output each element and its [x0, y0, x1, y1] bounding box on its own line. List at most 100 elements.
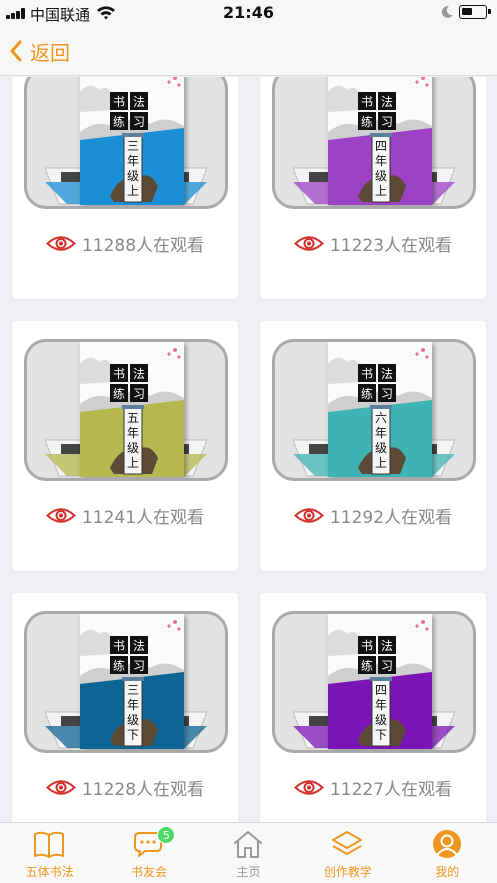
book-grade-char: 级 — [375, 169, 387, 183]
layers-icon — [332, 831, 363, 855]
book-grade-char: 年 — [127, 154, 139, 168]
book-cover: 书法练 习三年级下 — [80, 614, 184, 749]
moon-icon — [441, 5, 453, 18]
tab-label: 我的 — [435, 865, 460, 879]
view-count: 11228人在观看 — [12, 775, 238, 800]
course-thumbnail: 书法练习三年级上 — [24, 77, 228, 209]
tab-book[interactable]: 五体书法 — [0, 823, 99, 883]
course-card[interactable]: 书法练习三年级上 11288人在观看 — [12, 77, 238, 299]
book-title-char: 习 — [381, 659, 393, 673]
course-list[interactable]: 书法练习三年级上 11288人在观看书法练习四年级上 11223人在观看书法练习五年… — [0, 77, 497, 822]
book-title-char: 书 — [113, 95, 125, 109]
tab-label: 书友会 — [131, 865, 168, 879]
book-title-char: 习 — [133, 115, 145, 129]
book-grade-char: 年 — [375, 426, 387, 440]
status-bar: 中国联通 21:46 — [0, 0, 497, 26]
course-card[interactable]: 书法练习六年级上 11292人在观看 — [260, 321, 486, 571]
book-grade-char: 级 — [127, 169, 139, 183]
tab-bar: 五体书法 5 书友会 主页 创作教学 我的 — [0, 822, 497, 883]
book-title-char: 法 — [381, 639, 393, 653]
book-title-char: 书 — [361, 95, 373, 109]
book-title-char: 习 — [381, 387, 393, 401]
book-grade-char: 上 — [127, 184, 139, 198]
eye-icon — [293, 236, 324, 251]
book-title-char: 习 — [381, 115, 393, 129]
book-title-char: 练 — [361, 386, 373, 401]
course-thumbnail: 书法练习六年级上 — [272, 339, 476, 481]
book-title-char: 书 — [113, 367, 125, 381]
book-grade-char: 年 — [127, 426, 139, 440]
eye-icon — [45, 780, 76, 795]
book-grade-char: 级 — [375, 441, 387, 455]
tab-label: 主页 — [236, 865, 261, 879]
view-count-text: 11228人在观看 — [81, 780, 205, 800]
book-title-char: 习 — [133, 387, 145, 401]
book-grade-char: 年 — [375, 698, 387, 712]
book-grade-char: 四 — [375, 139, 387, 153]
book-icon — [34, 831, 64, 858]
tab-label: 五体书法 — [25, 865, 74, 879]
view-count-text: 11241人在观看 — [81, 508, 205, 528]
book-grade-char: 上 — [375, 184, 387, 198]
book-cover: 书法练 习三年级上 — [80, 77, 184, 205]
battery-icon — [459, 5, 491, 19]
tab-home[interactable]: 主页 — [199, 823, 298, 883]
course-card[interactable]: 书法练习四年级上 11223人在观看 — [260, 77, 486, 299]
book-title-char: 法 — [133, 95, 145, 109]
eye-icon — [45, 236, 76, 251]
clock: 21:46 — [223, 3, 274, 22]
book-grade-char: 五 — [127, 411, 139, 425]
book-title-char: 法 — [133, 639, 145, 653]
book-cover: 书法练 习四年级上 — [328, 77, 432, 205]
course-card[interactable]: 书法练习三年级下 11228人在观看 — [12, 593, 238, 822]
tab-chat[interactable]: 5 书友会 — [99, 823, 198, 883]
book-title-char: 法 — [381, 95, 393, 109]
back-button[interactable]: 返回 — [8, 36, 70, 66]
book-grade-char: 四 — [375, 683, 387, 697]
back-label: 返回 — [30, 40, 70, 65]
book-grade-char: 级 — [127, 441, 139, 455]
tab-label: 创作教学 — [323, 865, 372, 879]
book-title-char: 练 — [113, 114, 125, 129]
book-title-char: 法 — [381, 367, 393, 381]
book-title-char: 练 — [361, 658, 373, 673]
profile-icon — [432, 830, 461, 858]
book-grade-char: 级 — [127, 713, 139, 727]
course-thumbnail: 书法练习四年级下 — [272, 611, 476, 753]
book-title-char: 练 — [113, 658, 125, 673]
course-card[interactable]: 书法练习五年级上 11241人在观看 — [12, 321, 238, 571]
book-cover: 书法练 习四年级下 — [328, 614, 432, 749]
view-count-text: 11223人在观看 — [329, 236, 453, 256]
tab-profile[interactable]: 我的 — [398, 823, 497, 883]
tab-layers[interactable]: 创作教学 — [298, 823, 397, 883]
book-grade-char: 上 — [375, 456, 387, 470]
book-title-char: 练 — [361, 114, 373, 129]
navigation-bar: 返回 — [0, 26, 497, 76]
course-thumbnail: 书法练习三年级下 — [24, 611, 228, 753]
course-thumbnail: 书法练习五年级上 — [24, 339, 228, 481]
notification-badge: 5 — [157, 826, 176, 844]
book-title-char: 书 — [361, 639, 373, 653]
book-grade-char: 年 — [127, 698, 139, 712]
view-count: 11241人在观看 — [12, 503, 238, 528]
book-title-char: 法 — [133, 367, 145, 381]
eye-icon — [293, 780, 324, 795]
book-grade-char: 级 — [375, 713, 387, 727]
book-title-char: 书 — [361, 367, 373, 381]
course-card[interactable]: 书法练习四年级下 11227人在观看 — [260, 593, 486, 822]
view-count: 11223人在观看 — [260, 231, 486, 256]
view-count: 11288人在观看 — [12, 231, 238, 256]
book-grade-char: 三 — [127, 139, 139, 153]
book-title-char: 练 — [113, 386, 125, 401]
book-grade-char: 年 — [375, 154, 387, 168]
book-cover: 书法练 习六年级上 — [328, 342, 432, 477]
book-grade-char: 三 — [127, 683, 139, 697]
book-grade-char: 上 — [127, 456, 139, 470]
view-count-text: 11292人在观看 — [329, 508, 453, 528]
book-grade-char: 下 — [375, 728, 387, 742]
course-thumbnail: 书法练习四年级上 — [272, 77, 476, 209]
eye-icon — [45, 508, 76, 523]
chevron-left-icon — [10, 40, 22, 62]
home-icon — [233, 831, 262, 858]
eye-icon — [293, 508, 324, 523]
